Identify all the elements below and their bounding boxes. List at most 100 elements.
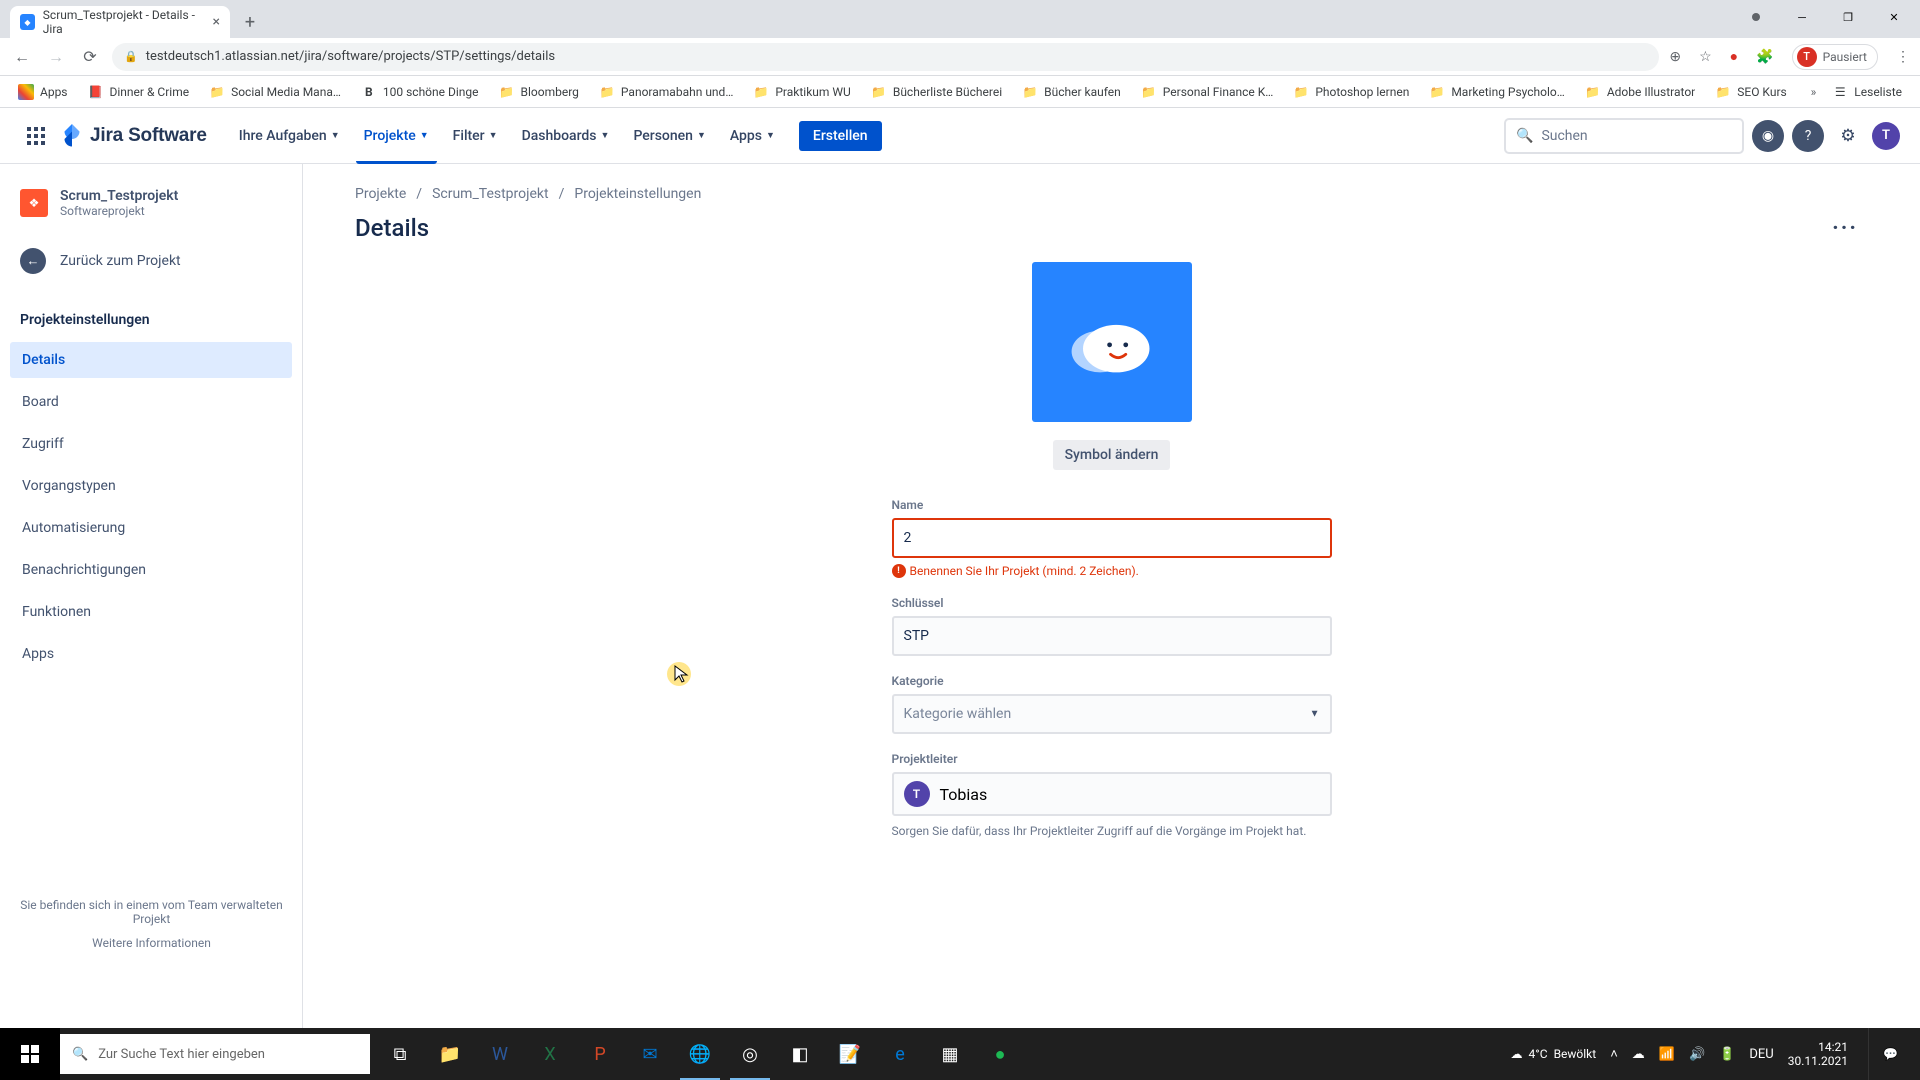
bookmark-item[interactable]: 📁Personal Finance K… xyxy=(1133,80,1282,104)
word-icon[interactable]: W xyxy=(476,1028,524,1080)
bookmarks-overflow-icon[interactable]: » xyxy=(1811,85,1817,99)
back-to-project-link[interactable]: ← Zurück zum Projekt xyxy=(10,238,292,284)
sidebar-item-board[interactable]: Board xyxy=(10,384,292,420)
profile-status: Pausiert xyxy=(1823,50,1867,64)
lead-label: Projektleiter xyxy=(892,752,1332,766)
search-icon: 🔍 xyxy=(72,1047,88,1062)
weather-widget[interactable]: ☁ 4°C Bewölkt xyxy=(1511,1047,1597,1061)
breadcrumb-project[interactable]: Scrum_Testprojekt xyxy=(432,186,549,202)
bookmark-item[interactable]: 📁Bloomberg xyxy=(491,80,587,104)
chrome-icon[interactable]: 🌐 xyxy=(676,1028,724,1080)
sidebar-footer-link[interactable]: Weitere Informationen xyxy=(20,936,283,950)
nav-projects[interactable]: Projekte▼ xyxy=(356,108,437,164)
edge-icon[interactable]: e xyxy=(876,1028,924,1080)
powerpoint-icon[interactable]: P xyxy=(576,1028,624,1080)
create-button[interactable]: Erstellen xyxy=(799,121,882,151)
battery-icon[interactable]: 🔋 xyxy=(1719,1047,1735,1062)
onedrive-icon[interactable]: ☁ xyxy=(1632,1047,1645,1062)
bookmark-item[interactable]: 📁Praktikum WU xyxy=(745,80,858,104)
nav-people[interactable]: Personen▼ xyxy=(625,108,713,164)
adblock-icon[interactable]: ● xyxy=(1730,48,1738,65)
maximize-button[interactable]: ❐ xyxy=(1826,2,1870,32)
back-button[interactable]: ← xyxy=(10,45,34,69)
bookmark-item[interactable]: 📁Photoshop lernen xyxy=(1285,80,1417,104)
tray-expand-icon[interactable]: ˄ xyxy=(1610,1046,1618,1062)
start-button[interactable] xyxy=(0,1028,60,1080)
sidebar-item-automation[interactable]: Automatisierung xyxy=(10,510,292,546)
lead-select[interactable]: T Tobias xyxy=(892,772,1332,816)
mail-icon[interactable]: ✉ xyxy=(626,1028,674,1080)
breadcrumb-projects[interactable]: Projekte xyxy=(355,186,406,202)
close-tab-icon[interactable]: × xyxy=(213,14,220,30)
spotify-icon[interactable]: ● xyxy=(976,1028,1024,1080)
project-avatar[interactable] xyxy=(1032,262,1192,422)
obs-icon[interactable]: ◎ xyxy=(726,1028,774,1080)
name-input[interactable] xyxy=(892,518,1332,558)
browser-tab[interactable]: Scrum_Testprojekt - Details - Jira × xyxy=(10,6,230,38)
language-indicator[interactable]: DEU xyxy=(1749,1047,1773,1062)
nav-apps[interactable]: Apps▼ xyxy=(722,108,783,164)
jira-logo[interactable]: Jira Software xyxy=(60,124,207,148)
new-tab-button[interactable]: + xyxy=(236,8,264,36)
category-select[interactable]: Kategorie wählen ▼ xyxy=(892,694,1332,734)
action-center-icon[interactable]: 💬 xyxy=(1868,1028,1912,1080)
bookmark-item[interactable]: 📁Social Media Mana… xyxy=(201,80,349,104)
project-header: ❖ Scrum_Testprojekt Softwareprojekt xyxy=(10,188,292,238)
nav-dashboards[interactable]: Dashboards▼ xyxy=(514,108,618,164)
address-bar[interactable]: 🔒 testdeutsch1.atlassian.net/jira/softwa… xyxy=(112,43,1659,71)
bookmark-item[interactable]: 📁SEO Kurs xyxy=(1707,80,1794,104)
apps-bookmark[interactable]: Apps xyxy=(10,80,76,104)
browser-menu-icon[interactable]: ⋮ xyxy=(1896,49,1910,65)
file-explorer-icon[interactable]: 📁 xyxy=(426,1028,474,1080)
nav-filters[interactable]: Filter▼ xyxy=(445,108,506,164)
bookmark-item[interactable]: 📁Bücherliste Bücherei xyxy=(863,80,1010,104)
bookmark-star-icon[interactable]: ☆ xyxy=(1699,49,1712,65)
zoom-icon[interactable]: ⊕ xyxy=(1669,49,1681,65)
sidebar-item-features[interactable]: Funktionen xyxy=(10,594,292,630)
change-icon-button[interactable]: Symbol ändern xyxy=(1053,440,1171,470)
sidebar-item-details[interactable]: Details xyxy=(10,342,292,378)
sidebar-item-access[interactable]: Zugriff xyxy=(10,426,292,462)
notifications-icon[interactable]: ◉ xyxy=(1752,120,1784,152)
clock[interactable]: 14:21 30.11.2021 xyxy=(1788,1040,1854,1069)
forward-button[interactable]: → xyxy=(44,45,68,69)
bookmark-item[interactable]: 📁Adobe Illustrator xyxy=(1577,80,1703,104)
sidebar-item-apps[interactable]: Apps xyxy=(10,636,292,672)
user-avatar[interactable]: T xyxy=(1872,122,1900,150)
bookmark-item[interactable]: B100 schöne Dinge xyxy=(353,80,487,104)
bookmark-item[interactable]: 📁Panoramabahn und… xyxy=(591,80,741,104)
notepad-icon[interactable]: 📝 xyxy=(826,1028,874,1080)
settings-icon[interactable]: ⚙ xyxy=(1832,120,1864,152)
name-error: ! Benennen Sie Ihr Projekt (mind. 2 Zeic… xyxy=(892,564,1332,578)
bookmark-item[interactable]: 📕Dinner & Crime xyxy=(80,80,198,104)
browser-titlebar: Scrum_Testprojekt - Details - Jira × + ─… xyxy=(0,0,1920,38)
bookmark-item[interactable]: 📁Marketing Psycholo… xyxy=(1421,80,1572,104)
extensions-icon[interactable]: 🧩 xyxy=(1756,49,1773,65)
app-icon-2[interactable]: ▦ xyxy=(926,1028,974,1080)
folder-icon: 📁 xyxy=(1429,84,1445,100)
reload-button[interactable]: ⟳ xyxy=(78,45,102,69)
bookmark-item[interactable]: 📁Bücher kaufen xyxy=(1014,80,1129,104)
more-menu-icon[interactable]: ··· xyxy=(1832,216,1868,241)
taskbar-search[interactable]: 🔍 Zur Suche Text hier eingeben xyxy=(60,1034,370,1074)
profile-chip[interactable]: T Pausiert xyxy=(1792,44,1878,70)
sidebar-item-notifications[interactable]: Benachrichtigungen xyxy=(10,552,292,588)
close-window-button[interactable]: ✕ xyxy=(1872,2,1916,32)
app-icon[interactable]: ◧ xyxy=(776,1028,824,1080)
folder-icon: 📁 xyxy=(1715,84,1731,100)
nav-your-work[interactable]: Ihre Aufgaben▼ xyxy=(231,108,348,164)
search-input[interactable]: 🔍 Suchen xyxy=(1504,118,1744,154)
sidebar-footer-text: Sie befinden sich in einem vom Team verw… xyxy=(20,898,283,926)
volume-icon[interactable]: 🔊 xyxy=(1689,1047,1705,1062)
account-indicator-icon[interactable] xyxy=(1752,13,1760,21)
task-view-icon[interactable]: ⧉ xyxy=(376,1028,424,1080)
reading-list-button[interactable]: ☰ Leseliste xyxy=(1824,80,1910,104)
key-input[interactable] xyxy=(892,616,1332,656)
network-icon[interactable]: 📶 xyxy=(1659,1047,1675,1062)
breadcrumb-settings[interactable]: Projekteinstellungen xyxy=(574,186,701,202)
help-icon[interactable]: ? xyxy=(1792,120,1824,152)
sidebar-item-issue-types[interactable]: Vorgangstypen xyxy=(10,468,292,504)
app-switcher-icon[interactable] xyxy=(20,120,52,152)
minimize-button[interactable]: ─ xyxy=(1780,2,1824,32)
excel-icon[interactable]: X xyxy=(526,1028,574,1080)
